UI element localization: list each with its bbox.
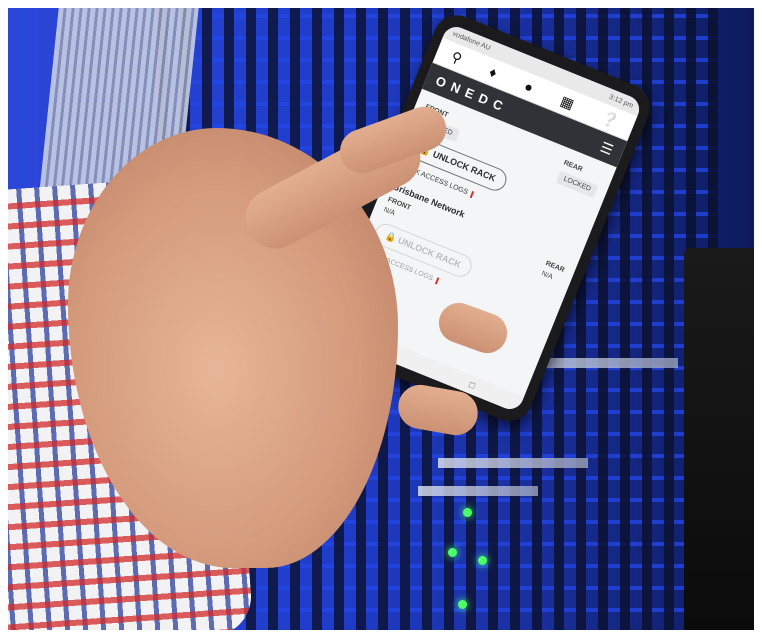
- search-icon[interactable]: ⚲: [449, 48, 465, 68]
- status-led: [478, 556, 487, 565]
- status-led: [463, 508, 472, 517]
- user-icon[interactable]: ●: [522, 78, 536, 96]
- adjacent-rack: [684, 248, 754, 630]
- help-icon[interactable]: ❔: [599, 108, 621, 130]
- bell-icon[interactable]: ♦: [487, 63, 500, 81]
- rack-rail: [418, 486, 538, 496]
- windows-icon[interactable]: ▦: [558, 92, 576, 113]
- status-led: [448, 548, 457, 557]
- status-led: [458, 600, 467, 609]
- recents-square-icon[interactable]: □: [468, 379, 477, 390]
- rack-rail: [438, 458, 588, 468]
- photo-frame: vodafone AU 3:12 pm ⚲ ♦ ● ▦ ❔ ONEDC ☰ FR…: [8, 8, 754, 630]
- hamburger-menu-icon[interactable]: ☰: [598, 138, 616, 158]
